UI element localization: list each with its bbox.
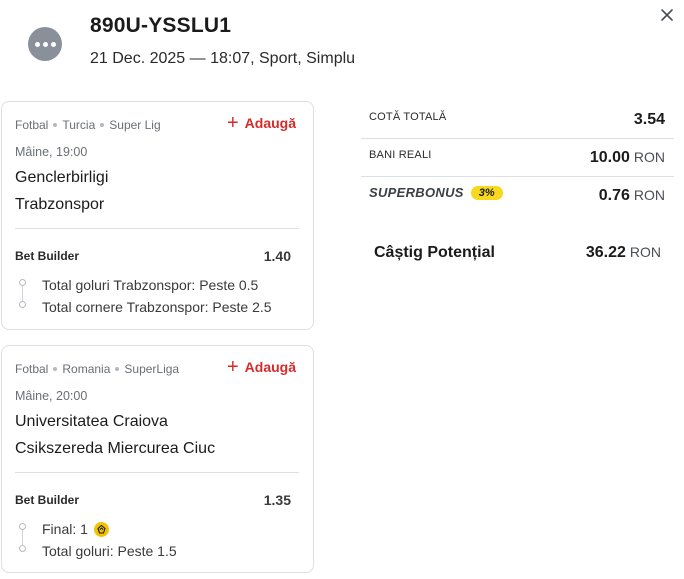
separator-dot <box>53 123 58 127</box>
selection-leg: Final: 1 <box>42 521 109 537</box>
plus-icon: + <box>226 112 239 134</box>
total-odds-row: COTĂ TOTALĂ 3.54 <box>361 101 674 139</box>
sport-label: Fotbal <box>15 362 49 376</box>
bet-builder-label: Bet Builder <box>15 249 80 263</box>
total-odds-value: 3.54 <box>633 111 665 128</box>
stake-value: 10.00 RON <box>589 149 665 166</box>
breadcrumb: Fotbal Turcia Super Lig <box>15 118 161 132</box>
plus-icon: + <box>226 356 239 378</box>
away-team: Csikszereda Miercurea Ciuc <box>15 440 216 457</box>
stake-label: BANI REALI <box>369 149 432 161</box>
away-team: Trabzonspor <box>15 196 105 213</box>
close-icon[interactable] <box>658 6 676 24</box>
bet-builder-label: Bet Builder <box>15 493 80 507</box>
sport-label: Fotbal <box>15 118 49 132</box>
potential-win-value: 36.22 RON <box>585 244 661 261</box>
kickoff-time: Mâine, 20:00 <box>15 389 88 403</box>
superbonus-label: SUPERBONUS <box>369 185 464 200</box>
selection-text: Total cornere Trabzonspor: Peste 2.5 <box>42 299 272 315</box>
potential-win-label: Câștig Potențial <box>374 244 495 261</box>
leg-dot <box>19 301 26 308</box>
league-label: Super Lig <box>109 118 161 132</box>
kickoff-time: Mâine, 19:00 <box>15 145 88 159</box>
leg-dot <box>19 545 26 552</box>
add-label: Adaugă <box>244 359 296 375</box>
currency-label: RON <box>633 187 665 203</box>
selection-text: Total goluri: Peste 1.5 <box>42 543 177 559</box>
breadcrumb: Fotbal Romania SuperLiga <box>15 362 179 376</box>
selection-text: Final: 1 <box>42 521 88 537</box>
selection-leg: Total goluri: Peste 1.5 <box>42 543 177 559</box>
more-dots-icon[interactable] <box>28 27 62 61</box>
superbonus-row: SUPERBONUS 3% 0.76 RON <box>361 177 674 215</box>
boost-badge-icon <box>93 521 109 537</box>
currency-label: RON <box>633 149 665 165</box>
league-label: SuperLiga <box>124 362 180 376</box>
total-odds-label: COTĂ TOTALĂ <box>369 111 447 123</box>
selection-leg: Total cornere Trabzonspor: Peste 2.5 <box>42 299 272 315</box>
bet-odds: 1.35 <box>263 492 291 508</box>
separator-dot <box>100 123 105 127</box>
bet-card: Fotbal Romania SuperLiga + Adaugă Mâine,… <box>1 345 314 573</box>
separator-dot <box>53 367 58 371</box>
currency-label: RON <box>629 244 661 260</box>
potential-win-row: Câștig Potențial 36.22 RON <box>361 241 674 267</box>
add-label: Adaugă <box>244 115 296 131</box>
separator-dot <box>115 367 120 371</box>
add-button[interactable]: + Adaugă <box>226 112 296 134</box>
country-label: Romania <box>62 362 111 376</box>
divider <box>15 228 299 229</box>
superbonus-value: 0.76 RON <box>598 187 665 204</box>
superbonus-percent: 3% <box>470 185 503 200</box>
home-team: Genclerbirligi <box>15 169 109 186</box>
leg-dot <box>19 523 26 530</box>
selection-leg: Total goluri Trabzonspor: Peste 0.5 <box>42 277 258 293</box>
add-button[interactable]: + Adaugă <box>226 356 296 378</box>
ticket-meta: 21 Dec. 2025 — 18:07, Sport, Simplu <box>90 50 356 67</box>
country-label: Turcia <box>62 118 96 132</box>
divider <box>15 472 299 473</box>
selection-text: Total goluri Trabzonspor: Peste 0.5 <box>42 277 259 293</box>
bet-card: Fotbal Turcia Super Lig + Adaugă Mâine, … <box>1 101 314 330</box>
ticket-id: 890U-YSSLU1 <box>90 14 232 37</box>
superbonus-badge: SUPERBONUS 3% <box>369 185 503 200</box>
stake-row: BANI REALI 10.00 RON <box>361 139 674 177</box>
home-team: Universitatea Craiova <box>15 413 168 430</box>
bet-odds: 1.40 <box>263 248 291 264</box>
leg-dot <box>19 279 26 286</box>
